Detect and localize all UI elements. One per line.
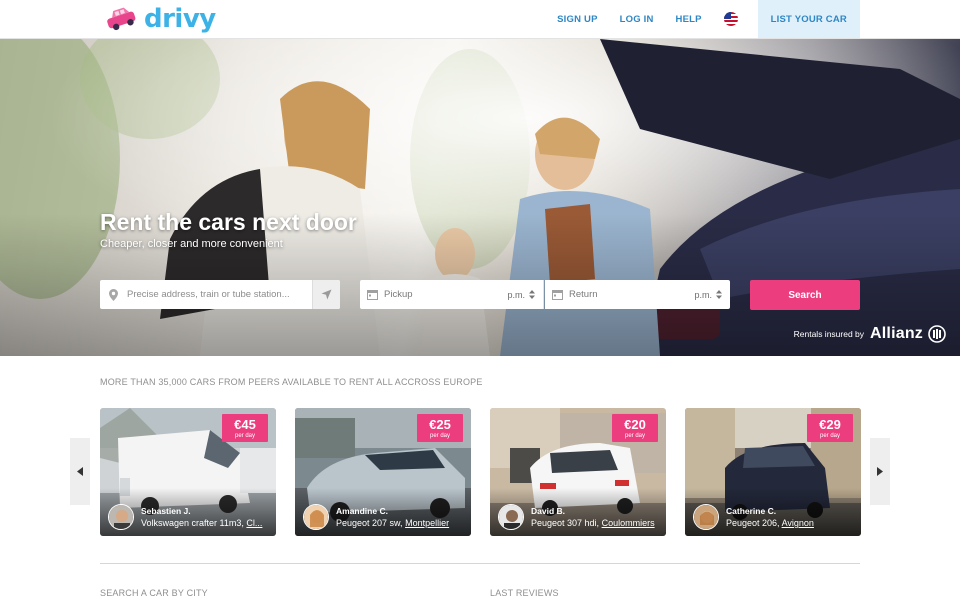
owner-name: Sebastien J. [141,506,191,516]
search-form: Pickup p.m. Return p.m. Search [100,280,860,310]
owner-avatar [498,504,524,530]
pickup-label: Pickup [384,289,413,300]
allianz-logo-text: Allianz [870,325,923,342]
owner-avatar [303,504,329,530]
car-model: Peugeot 206, [726,518,780,528]
cars-section-heading: MORE THAN 35,000 CARS FROM PEERS AVAILAB… [100,377,483,387]
price-badge: €29 per day [807,414,853,442]
insurance-notice: Rentals insured by Allianz [794,325,946,343]
locate-me-button[interactable] [312,280,340,309]
car-model: Peugeot 207 sw, [336,518,403,528]
price-amount: €25 [429,417,451,432]
address-input[interactable] [125,288,315,301]
car-city-link[interactable]: Coulommiers [602,518,655,528]
price-badge: €45 per day [222,414,268,442]
car-card[interactable]: €29 per day Catherine C. Peugeot 206, Av… [685,408,861,536]
owner-avatar [108,504,134,530]
price-badge: €25 per day [417,414,463,442]
car-model-line: Peugeot 207 sw, Montpellier [336,518,468,528]
pickup-time-select[interactable]: p.m. [507,290,535,300]
top-header: drivy SIGN UP LOG IN HELP LIST YOUR CAR [0,0,960,39]
hero-banner: Rent the cars next door Cheaper, closer … [0,39,960,356]
hero-subtitle: Cheaper, closer and more convenient [100,238,283,250]
car-city-link[interactable]: Montpellier [405,518,449,528]
car-city-link[interactable]: Cl... [246,518,262,528]
price-period: per day [819,433,840,439]
car-card[interactable]: €20 per day David B. Peugeot 307 hdi, Co… [490,408,666,536]
car-city-link[interactable]: Avignon [782,518,814,528]
list-your-car-button[interactable]: LIST YOUR CAR [757,0,860,38]
brand-name: drivy [144,4,216,34]
car-model-line: Volkswagen crafter 11m3, Cl... [141,518,273,528]
sign-up-link[interactable]: SIGN UP [557,0,597,38]
carousel-prev-button[interactable] [70,438,90,505]
car-card[interactable]: €25 per day Amandine C. Peugeot 207 sw, … [295,408,471,536]
price-amount: €20 [624,417,646,432]
car-model-line: Peugeot 307 hdi, Coulommiers [531,518,663,528]
allianz-logo-icon [928,325,946,343]
us-flag-icon[interactable] [723,12,738,26]
location-pin-icon [109,288,118,301]
return-time-select[interactable]: p.m. [694,290,722,300]
drivy-logo[interactable]: drivy [104,4,216,34]
car-model-line: Peugeot 206, Avignon [726,518,858,528]
car-model: Peugeot 307 hdi, [531,518,600,528]
chevron-left-icon [77,467,83,476]
log-in-link[interactable]: LOG IN [620,0,654,38]
price-badge: €20 per day [612,414,658,442]
owner-avatar [693,504,719,530]
search-by-city-heading: SEARCH A CAR BY CITY [100,588,208,598]
address-field[interactable] [100,280,340,309]
price-period: per day [234,433,255,439]
select-arrows-icon [716,290,722,299]
pickup-time-value: p.m. [507,289,525,300]
pink-car-logo-icon [107,7,136,31]
section-divider [100,563,860,564]
last-reviews-heading: LAST REVIEWS [490,588,559,598]
price-period: per day [624,433,645,439]
price-amount: €29 [819,417,841,432]
return-date-field[interactable]: Return p.m. [545,280,730,309]
navigation-arrow-icon [321,289,332,300]
owner-name: David B. [531,506,566,516]
chevron-right-icon [877,467,883,476]
search-button[interactable]: Search [750,280,860,310]
insurance-text: Rentals insured by [793,329,865,339]
calendar-icon [367,290,378,300]
calendar-icon [552,290,563,300]
carousel-next-button[interactable] [870,438,890,505]
car-card[interactable]: €45 per day Sebastien J. Volkswagen craf… [100,408,276,536]
pickup-date-field[interactable]: Pickup p.m. [360,280,544,309]
return-label: Return [569,289,598,300]
owner-name: Amandine C. [336,506,388,516]
select-arrows-icon [529,290,535,299]
main-nav: SIGN UP LOG IN HELP LIST YOUR CAR [535,0,860,38]
hero-title: Rent the cars next door [100,209,357,235]
help-link[interactable]: HELP [676,0,702,38]
price-period: per day [429,433,450,439]
car-model: Volkswagen crafter 11m3, [141,518,244,528]
return-time-value: p.m. [694,289,712,300]
price-amount: €45 [234,417,256,432]
owner-name: Catherine C. [726,506,777,516]
